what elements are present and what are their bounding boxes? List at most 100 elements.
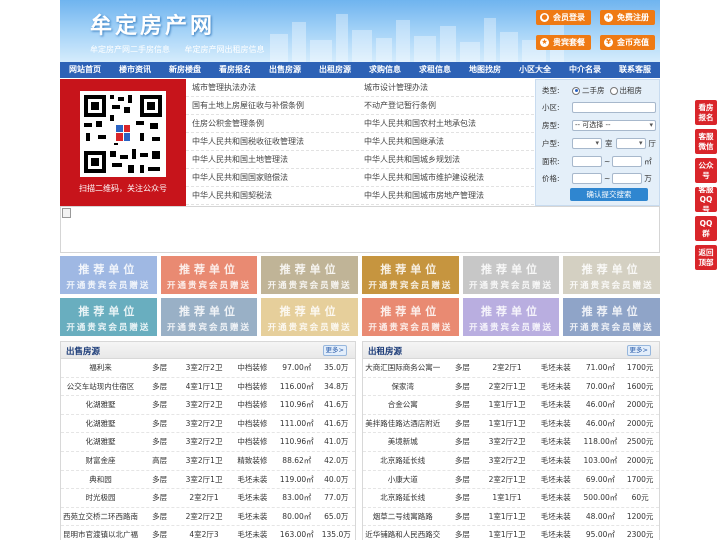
listing-community-link[interactable]: 小康大道: [363, 471, 442, 489]
table-row[interactable]: 化湖雅墅 多层 3室2厅2卫 中档装修 110.96㎡ 41.6万: [61, 396, 355, 415]
side-service-wechat-button[interactable]: 客服微信: [695, 129, 717, 154]
listing-community-link[interactable]: 福利来: [61, 359, 140, 377]
listing-community-link[interactable]: 时光极园: [61, 489, 140, 507]
nav-new-homes[interactable]: 新房楼盘: [160, 62, 210, 78]
recommended-unit-tile[interactable]: 推荐单位 开通贵宾会员赠送: [160, 298, 258, 336]
table-row[interactable]: 化湖雅墅 多层 3室2厅2卫 中档装修 111.00㎡ 41.6万: [61, 415, 355, 434]
policy-link[interactable]: 城市设计管理办法: [358, 79, 530, 96]
recommended-unit-tile[interactable]: 推荐单位 开通贵宾会员赠送: [261, 298, 358, 336]
listing-community-link[interactable]: 典和园: [61, 471, 140, 489]
area-max-input[interactable]: [612, 156, 643, 167]
side-official-account-button[interactable]: 公众号: [695, 158, 717, 183]
site-title[interactable]: 牟定房产网: [90, 8, 215, 40]
table-row[interactable]: 大商汇国际商务公寓一 多层 2室2厅1 毛坯未装 71.00㎡ 1700元: [363, 359, 659, 378]
coin-recharge-button[interactable]: ¥ 金币充值: [600, 35, 655, 50]
nav-want-rent[interactable]: 求租信息: [410, 62, 460, 78]
table-row[interactable]: 公交车站现内住宿区 多层 4室1厅1卫 中档装修 116.00㎡ 34.8万: [61, 378, 355, 397]
listing-community-link[interactable]: 化湖雅墅: [61, 433, 140, 451]
table-row[interactable]: 时光极园 多层 2室2厅1 毛坯未装 83.00㎡ 77.0万: [61, 489, 355, 508]
listing-community-link[interactable]: 大商汇国际商务公寓一: [363, 359, 442, 377]
policy-link[interactable]: 中华人民共和国城市房地产管理法: [358, 187, 530, 204]
table-row[interactable]: 福利来 多层 3室2厅2卫 中档装修 97.00㎡ 35.0万: [61, 359, 355, 378]
price-min-input[interactable]: [572, 173, 602, 184]
policy-link[interactable]: 中华人民共和国城市维护建设税法: [358, 169, 530, 186]
table-row[interactable]: 昆明市官渡镇以北广福 多层 4室2厅3 毛坯未装 163.00㎡ 135.0万: [61, 526, 355, 540]
policy-link[interactable]: 国有土地上房屋征收与补偿条例: [186, 97, 358, 114]
listing-community-link[interactable]: 近华铺路和人民西路交: [363, 526, 442, 540]
listing-community-link[interactable]: 烟草二号线寓路路: [363, 508, 442, 526]
table-row[interactable]: 北京路延长线 多层 3室2厅2卫 毛坯未装 103.00㎡ 2000元: [363, 452, 659, 471]
table-row[interactable]: 合金公寓 多层 1室1厅1卫 毛坯未装 46.00㎡ 2000元: [363, 396, 659, 415]
free-register-button[interactable]: + 免费注册: [600, 10, 655, 25]
listing-community-link[interactable]: 北京路延长线: [363, 452, 442, 470]
sale-more-button[interactable]: 更多>: [322, 345, 347, 356]
policy-link[interactable]: 中华人民共和国继承法: [358, 133, 530, 150]
nav-for-rent[interactable]: 出租房源: [310, 62, 360, 78]
side-service-qq-button[interactable]: 客服QQ号: [695, 185, 717, 214]
vip-package-button[interactable]: ★ 贵宾套餐: [536, 35, 591, 50]
table-row[interactable]: 美境新城 多层 3室2厅2卫 毛坯未装 118.00㎡ 2500元: [363, 433, 659, 452]
nav-communities[interactable]: 小区大全: [510, 62, 560, 78]
type-radio-rental[interactable]: [609, 86, 618, 95]
policy-link[interactable]: 中华人民共和国契税法: [186, 187, 358, 204]
listing-community-link[interactable]: 公交车站现内住宿区: [61, 378, 140, 396]
listing-community-link[interactable]: 西苑立交桥二环西路南: [61, 508, 140, 526]
table-row[interactable]: 财富金座 高层 3室2厅1卫 精致装修 88.62㎡ 42.0万: [61, 452, 355, 471]
table-row[interactable]: 美拌路佳路达酒店附近 多层 1室1厅1卫 毛坯未装 46.00㎡ 2000元: [363, 415, 659, 434]
nav-for-sale[interactable]: 出售房源: [260, 62, 310, 78]
search-submit-button[interactable]: 确认提交搜索: [570, 188, 648, 201]
policy-link[interactable]: 住房公积金管理条例: [186, 115, 358, 132]
nav-map-search[interactable]: 地图找房: [460, 62, 510, 78]
rent-more-button[interactable]: 更多>: [626, 345, 651, 356]
policy-link[interactable]: 不动产登记暂行条例: [358, 97, 530, 114]
policy-link[interactable]: 中华人民共和国城乡规划法: [358, 151, 530, 168]
table-row[interactable]: 近华铺路和人民西路交 多层 1室1厅1卫 毛坯未装 95.00㎡ 2300元: [363, 526, 659, 540]
price-max-input[interactable]: [612, 173, 643, 184]
recommended-unit-tile[interactable]: 推荐单位 开通贵宾会员赠送: [462, 256, 560, 294]
rental-info-link[interactable]: 牟定房产网出租房信息: [185, 45, 265, 54]
listing-community-link[interactable]: 美境新城: [363, 433, 442, 451]
nav-home[interactable]: 网站首页: [60, 62, 110, 78]
member-login-button[interactable]: ● 会员登录: [536, 10, 591, 25]
table-row[interactable]: 典和园 多层 3室2厅1卫 毛坯未装 119.00㎡ 40.0万: [61, 471, 355, 490]
nav-want-buy[interactable]: 求购信息: [360, 62, 410, 78]
listing-community-link[interactable]: 财富金座: [61, 452, 140, 470]
side-qq-group-button[interactable]: QQ群: [695, 216, 717, 241]
table-row[interactable]: 烟草二号线寓路路 多层 1室1厅1卫 毛坯未装 48.00㎡ 1200元: [363, 508, 659, 527]
recommended-unit-tile[interactable]: 推荐单位 开通贵宾会员赠送: [60, 298, 157, 336]
policy-link[interactable]: 城市管理执法办法: [186, 79, 358, 96]
nav-agencies[interactable]: 中介名录: [560, 62, 610, 78]
nav-news[interactable]: 楼市资讯: [110, 62, 160, 78]
listing-community-link[interactable]: 美拌路佳路达酒店附近: [363, 415, 442, 433]
secondhand-info-link[interactable]: 牟定房产网二手房信息: [90, 45, 170, 54]
table-row[interactable]: 北京路延长线 多层 1室1厅1 毛坯未装 500.00㎡ 60元: [363, 489, 659, 508]
table-row[interactable]: 保家湾 多层 2室2厅1卫 毛坯未装 70.00㎡ 1600元: [363, 378, 659, 397]
banner-ad[interactable]: [60, 206, 660, 253]
recommended-unit-tile[interactable]: 推荐单位 开通贵宾会员赠送: [563, 256, 660, 294]
side-viewing-signup-button[interactable]: 看房报名: [695, 100, 717, 125]
listing-community-link[interactable]: 北京路延长线: [363, 489, 442, 507]
side-back-to-top-button[interactable]: 返回顶部: [695, 245, 717, 270]
hall-count-select[interactable]: [615, 138, 646, 149]
house-type-select[interactable]: -- 可选择 --: [572, 120, 656, 131]
policy-link[interactable]: 中华人民共和国税收征收管理法: [186, 133, 358, 150]
recommended-unit-tile[interactable]: 推荐单位 开通贵宾会员赠送: [261, 256, 358, 294]
recommended-unit-tile[interactable]: 推荐单位 开通贵宾会员赠送: [462, 298, 560, 336]
policy-link[interactable]: 中华人民共和国农村土地承包法: [358, 115, 530, 132]
community-input[interactable]: [572, 102, 656, 113]
recommended-unit-tile[interactable]: 推荐单位 开通贵宾会员赠送: [60, 256, 157, 294]
table-row[interactable]: 化湖雅墅 多层 3室2厅2卫 中档装修 110.96㎡ 41.0万: [61, 433, 355, 452]
listing-community-link[interactable]: 合金公寓: [363, 396, 442, 414]
policy-link[interactable]: 中华人民共和国国家赔偿法: [186, 169, 358, 186]
listing-community-link[interactable]: 昆明市官渡镇以北广福: [61, 526, 140, 540]
recommended-unit-tile[interactable]: 推荐单位 开通贵宾会员赠送: [361, 298, 459, 336]
area-min-input[interactable]: [572, 156, 602, 167]
policy-link[interactable]: 中华人民共和国土地管理法: [186, 151, 358, 168]
recommended-unit-tile[interactable]: 推荐单位 开通贵宾会员赠送: [160, 256, 258, 294]
recommended-unit-tile[interactable]: 推荐单位 开通贵宾会员赠送: [563, 298, 660, 336]
listing-community-link[interactable]: 保家湾: [363, 378, 442, 396]
nav-viewing-signup[interactable]: 看房报名: [210, 62, 260, 78]
table-row[interactable]: 西苑立交桥二环西路南 多层 2室2厅2卫 毛坯未装 80.00㎡ 65.0万: [61, 508, 355, 527]
type-radio-secondhand[interactable]: [572, 86, 580, 95]
listing-community-link[interactable]: 化湖雅墅: [61, 396, 140, 414]
